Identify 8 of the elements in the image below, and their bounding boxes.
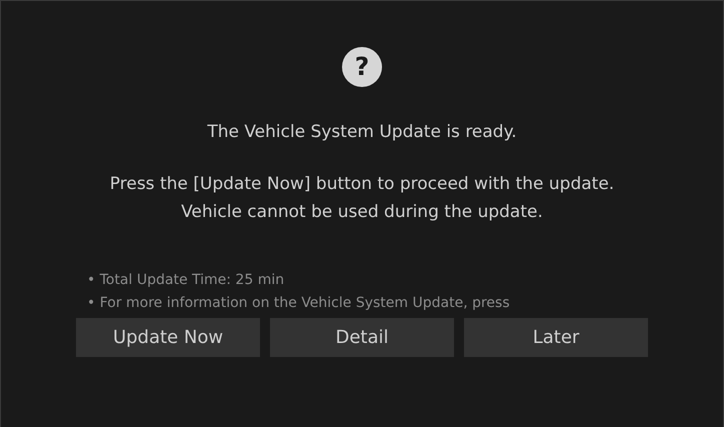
dialog-button[interactable]: Later [464, 318, 648, 356]
note-text: • Total Update Time: 25 min [87, 270, 286, 290]
help-icon: ? [342, 47, 382, 87]
dialog-message: Press the [Update Now] button to proceed with the update. Vehicle cannot be used during the update. [108, 172, 616, 224]
dialog-button[interactable]: Detail [270, 318, 454, 356]
dialog-button[interactable]: Update Now [76, 318, 260, 356]
note-text: • For more information on the Vehicle System Update, press [87, 294, 511, 312]
dialog-title: The Vehicle System Update is ready. [207, 121, 517, 144]
